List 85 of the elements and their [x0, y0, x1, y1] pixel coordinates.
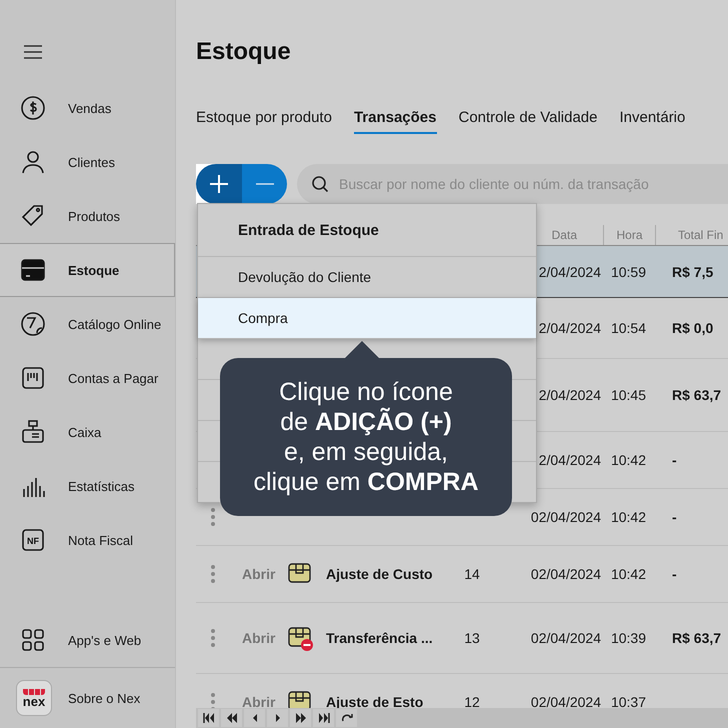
table-cell: Ajuste de Custo — [326, 566, 433, 582]
sidebar-item[interactable]: Clientes — [0, 135, 175, 189]
table-cell: 2/04/2024 — [538, 264, 601, 280]
table-cell: 2/04/2024 — [538, 387, 601, 403]
globe-icon — [20, 311, 46, 337]
grid-icon — [20, 627, 46, 653]
table-cell: 10:42 — [610, 566, 646, 582]
nex-logo: nex — [16, 680, 52, 716]
apps-item[interactable]: App's e Web — [0, 613, 175, 667]
invoice-icon — [20, 365, 46, 391]
table-cell: 10:37 — [610, 694, 646, 710]
sidebar-item[interactable]: NF Nota Fiscal — [0, 513, 175, 567]
sidebar-item[interactable]: Estoque — [0, 243, 175, 297]
table-cell: 2/04/2024 — [538, 452, 601, 468]
table-cell: R$ 0,0 — [672, 320, 714, 336]
table-cell: 10:42 — [610, 452, 646, 468]
sidebar-item[interactable]: Vendas — [0, 81, 175, 135]
sidebar-item[interactable]: Produtos — [0, 189, 175, 243]
table-cell: R$ 63,7 — [672, 630, 722, 646]
table-cell: - — [672, 566, 677, 582]
plus-icon — [209, 174, 229, 194]
menu-icon[interactable] — [23, 45, 43, 59]
dollar-icon — [20, 95, 46, 121]
fast-forward-icon — [294, 713, 306, 723]
table-cell: - — [672, 509, 677, 525]
table-cell: 10:59 — [610, 264, 646, 280]
search-input[interactable]: Buscar por nome do cliente ou núm. da transação — [337, 175, 728, 193]
first-page-button[interactable] — [198, 709, 219, 727]
page-title: Estoque — [196, 38, 292, 66]
next-icon — [274, 713, 280, 723]
more-icon[interactable] — [211, 508, 215, 526]
tag-icon — [20, 203, 46, 229]
table-cell: 10:45 — [610, 387, 646, 403]
search-icon — [311, 175, 329, 193]
document-icon: NF — [20, 527, 46, 553]
sidebar-item[interactable]: Caixa — [0, 405, 175, 459]
table-cell: Ajuste de Esto — [326, 694, 424, 710]
table-cell: 10:42 — [610, 509, 646, 525]
menu-item[interactable]: Compra — [198, 298, 536, 339]
rewind-icon — [226, 713, 238, 723]
fast-forward-button[interactable] — [290, 709, 311, 727]
person-icon — [20, 149, 46, 175]
refresh-button[interactable] — [336, 709, 357, 727]
column-header: Total Fin — [655, 225, 725, 245]
table-cell: 12 — [464, 694, 480, 710]
register-icon — [20, 419, 46, 445]
table-cell: R$ 63,7 — [672, 387, 722, 403]
last-page-button[interactable] — [313, 709, 334, 727]
table-cell: 02/04/2024 — [530, 694, 601, 710]
table-cell: 02/04/2024 — [530, 566, 601, 582]
previous-icon — [252, 713, 258, 723]
table-cell: 10:54 — [610, 320, 646, 336]
table-cell: 13 — [464, 630, 480, 646]
tab[interactable]: Estoque por produto — [196, 109, 332, 134]
about-item[interactable]: nex Sobre o Nex — [0, 667, 175, 728]
last-page-icon — [318, 713, 330, 723]
column-header: Hora — [603, 225, 655, 245]
sidebar-item[interactable]: Contas a Pagar — [0, 351, 175, 405]
table-cell: R$ 7,5 — [672, 264, 714, 280]
about-label: Sobre o Nex — [68, 690, 140, 706]
tab[interactable]: Inventário — [619, 109, 686, 134]
tab[interactable]: Transações — [354, 109, 436, 134]
sidebar-item[interactable]: Estatísticas — [0, 459, 175, 513]
table-cell: 02/04/2024 — [530, 509, 601, 525]
table-cell: 02/04/2024 — [530, 630, 601, 646]
previous-button[interactable] — [244, 709, 265, 727]
rewind-button[interactable] — [221, 709, 242, 727]
next-button[interactable] — [267, 709, 288, 727]
minus-icon — [256, 182, 274, 186]
first-page-icon — [202, 713, 214, 723]
tab[interactable]: Controle de Validade — [458, 109, 598, 134]
box-icon — [20, 257, 46, 283]
refresh-icon — [340, 713, 352, 723]
table-cell: 10:39 — [610, 630, 646, 646]
table-cell: 2/04/2024 — [538, 320, 601, 336]
tooltip-text: Clique no ícone de ADIÇÃO (+) e, em seguida, clique em COMPRA — [253, 377, 479, 497]
sidebar-item[interactable]: Catálogo Online — [0, 297, 175, 351]
menu-header: Entrada de Estoque — [198, 204, 536, 257]
remove-button[interactable] — [242, 164, 287, 204]
table-cell: 14 — [464, 566, 480, 582]
table-cell: Transferência ... — [326, 630, 433, 646]
search-bar[interactable]: Buscar por nome do cliente ou núm. da transação — [297, 164, 728, 204]
add-button[interactable] — [196, 164, 242, 204]
table-cell: - — [672, 452, 677, 468]
apps-label: App's e Web — [68, 632, 142, 648]
